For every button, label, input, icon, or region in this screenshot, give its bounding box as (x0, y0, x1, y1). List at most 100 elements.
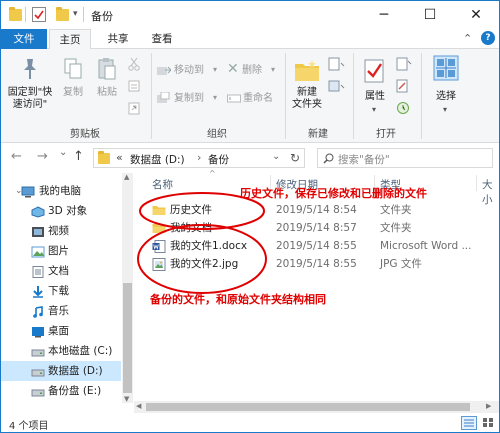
sidebar-item[interactable]: 3D 对象 (1, 201, 121, 221)
sidebar-item[interactable]: 备份盘 (E:) (1, 381, 121, 401)
breadcrumb-overflow[interactable]: « (116, 151, 123, 164)
scroll-thumb[interactable] (146, 403, 470, 411)
tab-view[interactable]: 查看 (141, 29, 183, 49)
item-count: 4 个项目 (9, 421, 49, 432)
rename-button[interactable]: 重命名 (227, 91, 283, 107)
group-open-label: 打开 (376, 129, 396, 140)
file-type: JPG 文件 (380, 258, 422, 270)
close-button[interactable]: ✕ (453, 1, 499, 29)
file-date: 2019/5/14 8:57 (276, 222, 357, 234)
sidebar-scrollbar[interactable]: ▲ ▼ (122, 173, 133, 403)
pin-label-line2: 速访问" (12, 99, 48, 110)
breadcrumb-drive[interactable]: 数据盘 (D:) (130, 152, 185, 167)
drive-icon (31, 385, 45, 397)
search-box[interactable]: 搜索"备份" (317, 148, 493, 168)
maximize-button[interactable]: ☐ (407, 1, 453, 29)
qat-dropdown-icon[interactable]: ▾ (73, 9, 78, 19)
properties-icon (364, 59, 384, 83)
tab-share[interactable]: 共享 (97, 29, 139, 49)
scroll-thumb[interactable] (123, 283, 132, 393)
sidebar-item-label: 桌面 (48, 325, 69, 337)
file-date: 2019/5/14 8:54 (276, 204, 357, 216)
address-dropdown-icon[interactable]: ⌄ (272, 151, 280, 162)
new-item-icon[interactable] (328, 57, 346, 71)
delete-button[interactable]: ✕ 删除 ▾ (227, 61, 277, 79)
pin-to-quick-access-button[interactable]: 固定到"快 速访问" (7, 53, 53, 123)
3d-objects-icon (31, 205, 45, 218)
easy-access-icon[interactable] (328, 79, 346, 93)
scroll-right-icon[interactable]: ▶ (486, 402, 491, 410)
column-divider[interactable] (476, 175, 477, 191)
move-to-button[interactable]: 移动到 ▾ (157, 63, 221, 79)
edit-icon[interactable] (396, 79, 412, 93)
sidebar-item[interactable]: ⌄ 我的电脑 (1, 181, 121, 201)
address-bar[interactable]: « 数据盘 (D:) › 备份 ⌄ ↻ (93, 148, 305, 168)
copy-button[interactable]: 复制 (57, 53, 89, 109)
select-grid-icon (433, 55, 459, 81)
file-date: 2019/5/14 8:55 (276, 240, 357, 252)
breadcrumb-folder[interactable]: 备份 (208, 152, 229, 167)
sidebar-item[interactable]: 图片 (1, 241, 121, 261)
scroll-down-icon[interactable]: ▼ (124, 395, 129, 403)
music-icon (31, 305, 44, 318)
annotation-backup-note: 备份的文件，和原始文件夹结构相同 (150, 293, 326, 306)
large-icons-view-button[interactable] (481, 416, 495, 430)
file-type: Microsoft Word ... (380, 240, 472, 252)
sidebar-item[interactable]: 本地磁盘 (C:) (1, 341, 121, 361)
ribbon-separator (353, 53, 354, 139)
paste-button[interactable]: 粘贴 (91, 53, 123, 109)
ribbon: 固定到"快 速访问" 复制 粘贴 剪贴板 移动到 ▾ 复制到 ▾ ✕ 删除 ▾ … (1, 49, 499, 143)
group-organize-label: 组织 (207, 129, 227, 140)
paste-shortcut-icon[interactable] (127, 101, 141, 115)
ribbon-separator (421, 53, 422, 139)
sidebar-item[interactable]: 文档 (1, 261, 121, 281)
scroll-up-icon[interactable]: ▲ (124, 173, 129, 181)
forward-button[interactable]: → (37, 149, 48, 164)
back-button[interactable]: ← (11, 149, 22, 164)
history-icon[interactable] (396, 101, 412, 115)
refresh-button[interactable]: ↻ (290, 151, 300, 165)
details-view-button[interactable] (461, 416, 477, 430)
sidebar-item[interactable]: 数据盘 (D:) (1, 361, 121, 381)
copy-path-icon[interactable] (127, 79, 141, 93)
new-folder-icon (295, 60, 319, 81)
select-dropdown-icon: ▾ (443, 105, 448, 114)
properties-label: 属性 (365, 91, 385, 102)
select-button[interactable]: 选择 ▾ (429, 53, 463, 119)
open-icon[interactable] (396, 57, 412, 71)
tab-file[interactable]: 文件 (1, 29, 47, 49)
sidebar-item-label: 备份盘 (E:) (48, 385, 102, 397)
horizontal-scrollbar[interactable]: ◀ ▶ (134, 401, 499, 413)
annotation-history-note: 历史文件，保存已修改和已删除的文件 (240, 187, 427, 200)
rename-icon (227, 94, 241, 103)
collapse-ribbon-icon[interactable]: ⌃ (463, 32, 472, 45)
ribbon-separator (151, 53, 152, 139)
delete-dropdown-icon: ▾ (271, 65, 276, 74)
cut-icon[interactable] (127, 57, 141, 71)
sidebar-item-label: 下载 (48, 285, 69, 297)
copy-to-icon (157, 92, 170, 103)
sidebar-item[interactable]: 桌面 (1, 321, 121, 341)
properties-button[interactable]: 属性 ▾ (357, 53, 393, 119)
paste-label: 粘贴 (97, 87, 117, 98)
sidebar-item[interactable]: 下载 (1, 281, 121, 301)
folder-icon (9, 7, 22, 21)
breadcrumb-separator[interactable]: › (197, 151, 201, 164)
new-folder-button[interactable]: 新建 文件夹 (289, 53, 325, 119)
sidebar-item[interactable]: 音乐 (1, 301, 121, 321)
help-icon[interactable]: ? (481, 31, 495, 45)
status-bar: 4 个项目 (1, 413, 499, 432)
tab-home[interactable]: 主页 (49, 29, 91, 50)
recent-locations-dropdown[interactable]: ⌄ (59, 147, 67, 158)
new-folder-label-line2: 文件夹 (292, 99, 322, 110)
copy-to-button[interactable]: 复制到 ▾ (157, 91, 221, 107)
scroll-left-icon[interactable]: ◀ (136, 402, 141, 410)
minimize-button[interactable]: ─ (361, 1, 407, 29)
up-button[interactable]: ↑ (73, 149, 84, 164)
documents-icon (31, 265, 44, 278)
title-bar: ▾ 备份 ─ ☐ ✕ (1, 1, 499, 29)
properties-qat-icon[interactable] (32, 7, 46, 22)
new-folder-qat-icon[interactable] (56, 7, 69, 21)
sidebar-item[interactable]: 视频 (1, 221, 121, 241)
sidebar-item-label: 视频 (48, 225, 69, 237)
